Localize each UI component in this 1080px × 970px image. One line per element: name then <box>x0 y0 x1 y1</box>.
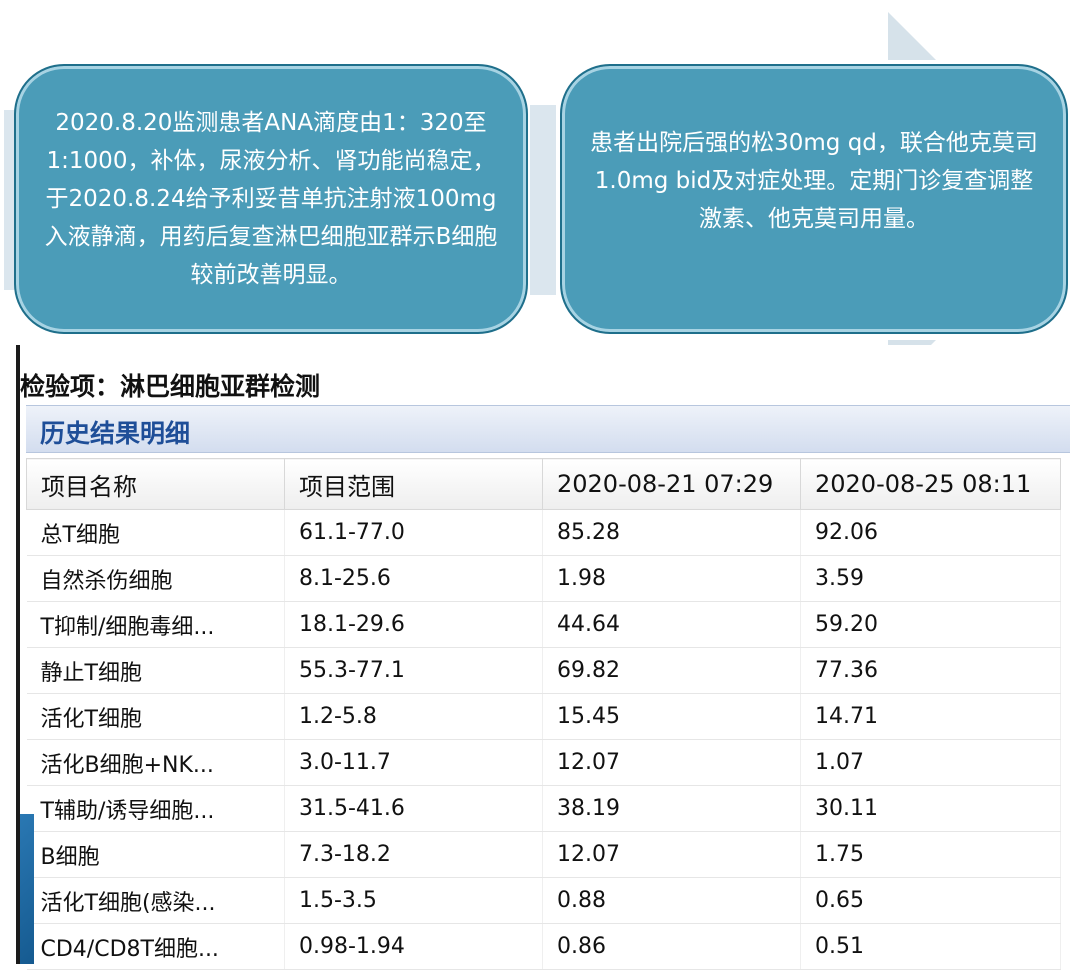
cell-value-date-1: 12.07 <box>542 739 801 786</box>
table-row[interactable]: T抑制/细胞毒细... 18.1-29.6 44.64 59.20 <box>26 601 1061 648</box>
column-header-item-name[interactable]: 项目名称 <box>26 458 285 510</box>
cell-range: 31.5-41.6 <box>284 785 543 832</box>
cell-value-date-1: 69.82 <box>542 647 801 694</box>
cell-range: 1.5-3.5 <box>284 877 543 924</box>
cell-value-date-1: 38.19 <box>542 785 801 832</box>
cell-range: 61.1-77.0 <box>284 509 543 556</box>
table-row[interactable]: 总T细胞 61.1-77.0 85.28 92.06 <box>26 509 1061 556</box>
cell-range: 8.1-25.6 <box>284 555 543 602</box>
cell-item-name: 静止T细胞 <box>26 647 285 694</box>
column-header-range[interactable]: 项目范围 <box>284 458 543 510</box>
cell-item-name: 活化T细胞 <box>26 693 285 740</box>
lab-test-title: 检验项：淋巴细胞亚群检测 <box>20 372 321 401</box>
table-row[interactable]: T辅助/诱导细胞... 31.5-41.6 38.19 30.11 <box>26 785 1061 832</box>
cell-range: 3.0-11.7 <box>284 739 543 786</box>
cell-value-date-2: 1.07 <box>800 739 1061 786</box>
cell-value-date-2: 0.51 <box>800 923 1061 970</box>
cell-value-date-2: 92.06 <box>800 509 1061 556</box>
decorative-blue-strip <box>20 814 34 964</box>
cell-value-date-1: 15.45 <box>542 693 801 740</box>
cell-value-date-1: 0.86 <box>542 923 801 970</box>
cell-range: 0.98-1.94 <box>284 923 543 970</box>
cell-value-date-1: 1.98 <box>542 555 801 602</box>
cell-value-date-2: 59.20 <box>800 601 1061 648</box>
cell-value-date-2: 3.59 <box>800 555 1061 602</box>
cell-item-name: B细胞 <box>26 831 285 878</box>
cell-range: 55.3-77.1 <box>284 647 543 694</box>
table-row[interactable]: CD4/CD8T细胞... 0.98-1.94 0.86 0.51 <box>26 923 1061 970</box>
cell-item-name: 活化T细胞(感染... <box>26 877 285 924</box>
cell-value-date-1: 44.64 <box>542 601 801 648</box>
cell-value-date-2: 14.71 <box>800 693 1061 740</box>
column-header-date-1[interactable]: 2020-08-21 07:29 <box>542 458 801 510</box>
table-row[interactable]: B细胞 7.3-18.2 12.07 1.75 <box>26 831 1061 878</box>
cell-range: 18.1-29.6 <box>284 601 543 648</box>
cell-item-name: 自然杀伤细胞 <box>26 555 285 602</box>
cell-value-date-2: 1.75 <box>800 831 1061 878</box>
cell-item-name: T辅助/诱导细胞... <box>26 785 285 832</box>
table-row[interactable]: 活化T细胞(感染... 1.5-3.5 0.88 0.65 <box>26 877 1061 924</box>
cell-range: 7.3-18.2 <box>284 831 543 878</box>
cell-value-date-1: 12.07 <box>542 831 801 878</box>
column-header-date-2[interactable]: 2020-08-25 08:11 <box>800 458 1061 510</box>
cell-value-date-2: 0.65 <box>800 877 1061 924</box>
cell-value-date-2: 30.11 <box>800 785 1061 832</box>
cell-item-name: 活化B细胞+NK... <box>26 739 285 786</box>
cell-range: 1.2-5.8 <box>284 693 543 740</box>
cell-value-date-1: 0.88 <box>542 877 801 924</box>
callout-discharge-text: 患者出院后强的松30mg qd，联合他克莫司1.0mg bid及对症处理。定期门… <box>590 130 1038 232</box>
callout-treatment-text: 2020.8.20监测患者ANA滴度由1：320至1:1000，补体，尿液分析、… <box>44 110 498 288</box>
table-row[interactable]: 静止T细胞 55.3-77.1 69.82 77.36 <box>26 647 1061 694</box>
cell-value-date-2: 77.36 <box>800 647 1061 694</box>
history-label: 历史结果明细 <box>40 419 191 448</box>
table-row[interactable]: 活化T细胞 1.2-5.8 15.45 14.71 <box>26 693 1061 740</box>
table-row[interactable]: 活化B细胞+NK... 3.0-11.7 12.07 1.07 <box>26 739 1061 786</box>
cell-value-date-1: 85.28 <box>542 509 801 556</box>
lab-results-panel: 检验项：淋巴细胞亚群检测 历史结果明细 项目名称 项目范围 2020-08-21… <box>16 345 1074 970</box>
callout-treatment-note: 2020.8.20监测患者ANA滴度由1：320至1:1000，补体，尿液分析、… <box>14 64 528 334</box>
cell-item-name: T抑制/细胞毒细... <box>26 601 285 648</box>
table-header-row: 项目名称 项目范围 2020-08-21 07:29 2020-08-25 08… <box>26 458 1061 510</box>
callout-discharge-note: 患者出院后强的松30mg qd，联合他克莫司1.0mg bid及对症处理。定期门… <box>560 64 1068 334</box>
cell-item-name: CD4/CD8T细胞... <box>26 923 285 970</box>
cell-item-name: 总T细胞 <box>26 509 285 556</box>
results-table: 项目名称 项目范围 2020-08-21 07:29 2020-08-25 08… <box>26 458 1061 970</box>
table-row[interactable]: 自然杀伤细胞 8.1-25.6 1.98 3.59 <box>26 555 1061 602</box>
history-section-header: 历史结果明细 <box>26 405 1070 453</box>
